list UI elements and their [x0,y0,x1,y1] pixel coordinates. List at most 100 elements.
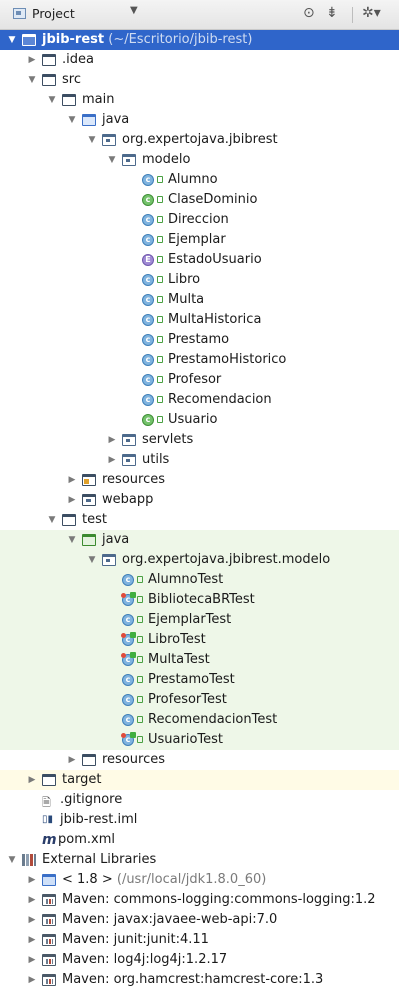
tree-row[interactable]: c UsuarioTest [0,730,399,750]
tree-row[interactable]: c Ejemplar [0,230,399,250]
tree-row[interactable]: ▼ test [0,510,399,530]
tree-row[interactable]: c MultaHistorica [0,310,399,330]
expand-open-icon[interactable]: ▼ [46,90,58,110]
tree-row[interactable]: c Usuario [0,410,399,430]
tree-row[interactable]: ▶ resources [0,470,399,490]
tree-item-name: < 1.8 > [62,872,113,887]
jdk-icon [42,874,56,886]
expand-open-icon[interactable]: ▼ [6,850,18,870]
expand-closed-icon[interactable]: ▶ [26,870,38,890]
expand-closed-icon[interactable]: ▶ [26,950,38,970]
tree-row[interactable]: c MultaTest [0,650,399,670]
tree-item-name: PrestamoTest [148,672,235,687]
tree-row[interactable]: ▶ Maven: javax:javaee-web-api:7.0 [0,910,399,930]
tree-row[interactable]: ▯▮ jbib-rest.iml [0,810,399,830]
tree-row[interactable]: ▼ org.expertojava.jbibrest [0,130,399,150]
expand-closed-icon[interactable]: ▶ [26,970,38,990]
class-icon: c [142,354,154,366]
tree-row[interactable]: ▼ java [0,110,399,130]
tree-row[interactable]: ▶ < 1.8 > (/usr/local/jdk1.8.0_60) [0,870,399,890]
expand-closed-icon[interactable]: ▶ [26,930,38,950]
tree-row[interactable]: c LibroTest [0,630,399,650]
tree-row[interactable]: ▼ org.expertojava.jbibrest.modelo [0,550,399,570]
tree-row[interactable]: c ClaseDominio [0,190,399,210]
tree-item-label: LibroTest [148,630,206,650]
tree-row[interactable]: 🗎 .gitignore [0,790,399,810]
tree-row[interactable]: c ProfesorTest [0,690,399,710]
tree-row[interactable]: c Direccion [0,210,399,230]
expand-open-icon[interactable]: ▼ [26,70,38,90]
project-view-selector[interactable]: Project [32,6,75,21]
maven-pom-icon: m [42,832,57,848]
tree-item-label: src [62,70,81,90]
folder-icon [62,94,76,106]
expand-closed-icon[interactable]: ▶ [66,490,78,510]
tree-row[interactable]: ▶ Maven: junit:junit:4.11 [0,930,399,950]
tree-row[interactable]: ▼ java [0,530,399,550]
tree-item-name: jbib-rest.iml [60,812,138,827]
lock-icon [137,616,143,623]
tree-row[interactable]: ▼ jbib-rest (~/Escritorio/jbib-rest) [0,30,399,50]
tree-item-name: jbib-rest [42,32,105,47]
expand-open-icon[interactable]: ▼ [6,30,18,50]
tree-item-label: java [102,110,129,130]
tree-row[interactable]: c PrestamoHistorico [0,350,399,370]
tree-row[interactable]: c Multa [0,290,399,310]
tree-row[interactable]: c PrestamoTest [0,670,399,690]
lock-icon [137,716,143,723]
tree-item-name: utils [142,452,170,467]
tree-row[interactable]: m pom.xml [0,830,399,850]
tree-row[interactable]: c Recomendacion [0,390,399,410]
sync-icon[interactable]: ⊙ [303,5,315,21]
tree-row[interactable]: ▶ servlets [0,430,399,450]
expand-open-icon[interactable]: ▼ [46,510,58,530]
tree-row[interactable]: c AlumnoTest [0,570,399,590]
tree-row[interactable]: ▼ main [0,90,399,110]
tree-row[interactable]: E EstadoUsuario [0,250,399,270]
tree-row[interactable]: c RecomendacionTest [0,710,399,730]
expand-closed-icon[interactable]: ▶ [26,50,38,70]
lock-icon [157,336,163,343]
expand-closed-icon[interactable]: ▶ [106,450,118,470]
tree-row[interactable]: ▼ modelo [0,150,399,170]
maven-library-icon [42,954,56,966]
tree-row[interactable]: ▶ webapp [0,490,399,510]
expand-open-icon[interactable]: ▼ [86,130,98,150]
lock-icon [157,356,163,363]
tree-item-name: .gitignore [60,792,123,807]
tree-row[interactable]: ▼ src [0,70,399,90]
expand-open-icon[interactable]: ▼ [66,110,78,130]
tree-row[interactable]: ▶ Maven: commons-logging:commons-logging:… [0,890,399,910]
tree-row[interactable]: c BibliotecaBRTest [0,590,399,610]
expand-closed-icon[interactable]: ▶ [26,910,38,930]
expand-closed-icon[interactable]: ▶ [66,750,78,770]
tree-item-label: AlumnoTest [148,570,223,590]
tree-item-label: jbib-rest (~/Escritorio/jbib-rest) [42,30,252,50]
gear-icon[interactable]: ✲▾ [362,5,381,21]
expand-closed-icon[interactable]: ▶ [26,770,38,790]
tree-row[interactable]: c Profesor [0,370,399,390]
chevron-down-icon[interactable]: ▼ [130,5,138,16]
collapse-icon[interactable]: ⇟ [326,5,338,21]
expand-open-icon[interactable]: ▼ [106,150,118,170]
tree-row[interactable]: c Libro [0,270,399,290]
expand-closed-icon[interactable]: ▶ [26,890,38,910]
expand-open-icon[interactable]: ▼ [86,550,98,570]
expand-closed-icon[interactable]: ▶ [66,470,78,490]
tree-row[interactable]: c Alumno [0,170,399,190]
expand-closed-icon[interactable]: ▶ [106,430,118,450]
tree-row[interactable]: ▶ resources [0,750,399,770]
tree-row[interactable]: ▶ Maven: log4j:log4j:1.2.17 [0,950,399,970]
tree-row[interactable]: ▶ utils [0,450,399,470]
expand-open-icon[interactable]: ▼ [66,530,78,550]
tree-item-name: Prestamo [168,332,230,347]
module-folder-icon [22,34,36,46]
tree-row[interactable]: ▶ Maven: org.hamcrest:hamcrest-core:1.3 [0,970,399,990]
tree-row[interactable]: c EjemplarTest [0,610,399,630]
tree-row[interactable]: ▶ target [0,770,399,790]
class-icon: c [142,214,154,226]
tree-row[interactable]: ▶ .idea [0,50,399,70]
test-class-icon: c [121,733,134,746]
tree-row[interactable]: ▼ External Libraries [0,850,399,870]
tree-row[interactable]: c Prestamo [0,330,399,350]
